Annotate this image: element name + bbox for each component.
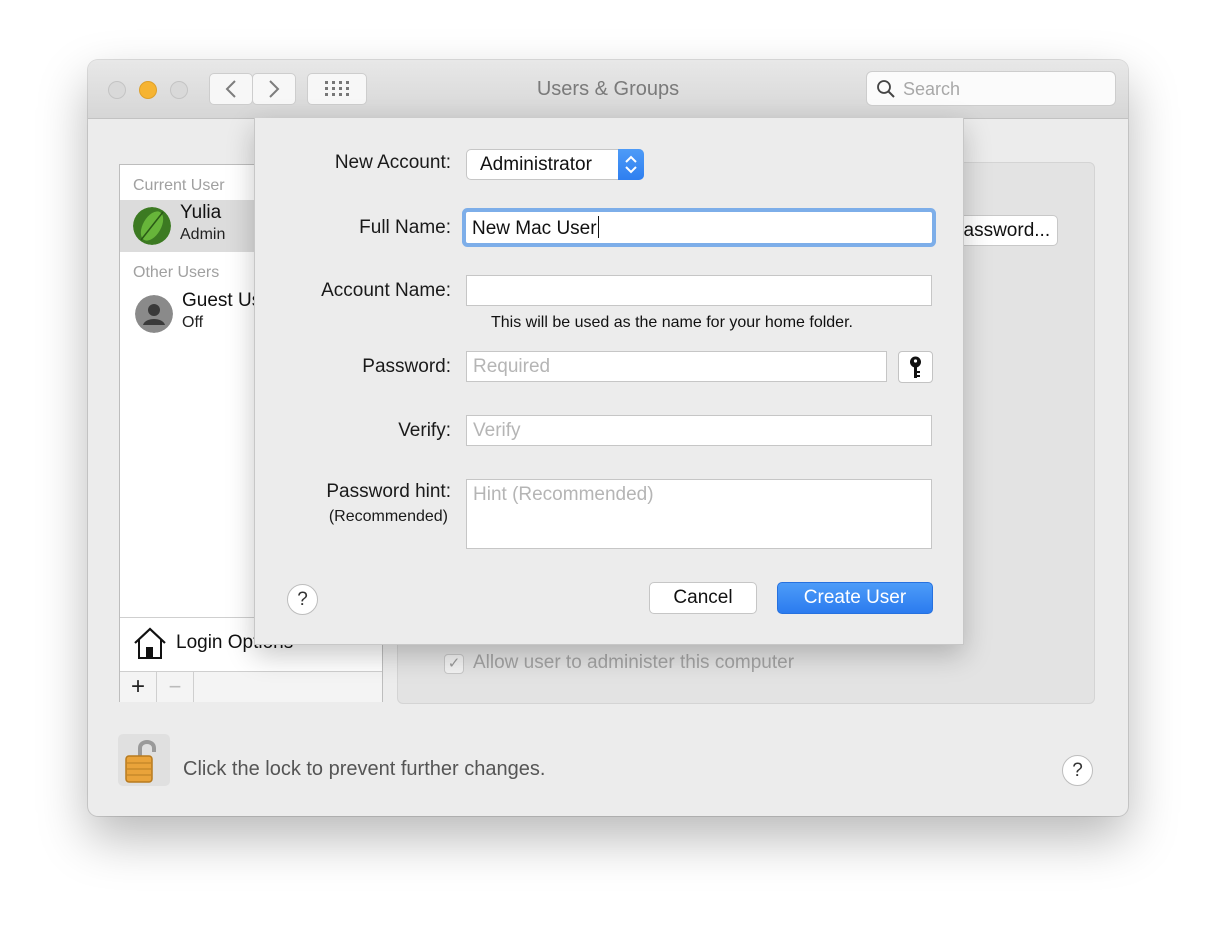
new-account-label: New Account: (334, 152, 451, 173)
user-avatar (133, 207, 171, 245)
leaf-avatar-icon (133, 207, 171, 245)
sheet-help-label: ? (297, 589, 308, 610)
password-hint-field[interactable]: Hint (Recommended) (466, 479, 932, 549)
lock-button[interactable] (118, 734, 170, 786)
verify-placeholder: Verify (473, 420, 521, 441)
search-field[interactable]: Search (866, 71, 1116, 106)
allow-admin-checkbox[interactable]: ✓ (444, 654, 464, 674)
remove-user-button[interactable]: − (157, 672, 194, 702)
full-name-value: New Mac User (472, 218, 597, 239)
person-icon (135, 295, 173, 333)
guest-status: Off (182, 314, 204, 331)
text-caret (597, 216, 599, 238)
account-name-label: Account Name: (321, 280, 451, 301)
account-name-note: This will be used as the name for your h… (491, 314, 853, 331)
unlocked-lock-icon (125, 740, 156, 783)
account-name-field[interactable] (466, 275, 932, 306)
change-password-button[interactable]: Change Password... (956, 215, 1058, 246)
popup-arrows (618, 149, 644, 180)
title-bar: Users & Groups Search (88, 60, 1128, 119)
help-label: ? (1072, 760, 1083, 781)
cancel-button[interactable]: Cancel (649, 582, 757, 614)
full-name-label: Full Name: (359, 217, 451, 238)
search-icon (877, 80, 895, 98)
password-label: Password: (362, 356, 451, 377)
sidebar-toolbar: + − (120, 671, 382, 702)
search-placeholder: Search (903, 79, 961, 99)
user-name: Yulia (180, 202, 222, 223)
hint-sublabel: (Recommended) (328, 508, 448, 525)
new-account-sheet: New Account: Administrator Full Name: Ne… (254, 118, 964, 645)
account-type-popup[interactable]: Administrator (466, 149, 644, 180)
add-label: + (130, 673, 145, 700)
full-name-field[interactable]: New Mac User (466, 212, 932, 243)
house-icon (134, 627, 166, 659)
create-user-button[interactable]: Create User (777, 582, 933, 614)
hint-placeholder: Hint (Recommended) (473, 484, 654, 505)
up-down-chevron-icon (625, 155, 637, 174)
guest-avatar (135, 295, 173, 333)
user-role: Admin (180, 226, 226, 243)
add-user-button[interactable]: + (120, 672, 157, 702)
other-users-heading: Other Users (133, 264, 220, 281)
sheet-help-button[interactable]: ? (287, 584, 318, 615)
hint-label: Password hint: (326, 481, 451, 502)
window-help-button[interactable]: ? (1062, 755, 1093, 786)
verify-field[interactable]: Verify (466, 415, 932, 446)
password-placeholder: Required (473, 356, 551, 377)
key-icon (910, 356, 921, 378)
remove-label: − (168, 674, 182, 699)
password-assistant-button[interactable] (898, 351, 933, 383)
current-user-heading: Current User (133, 177, 225, 194)
verify-label: Verify: (398, 420, 451, 441)
change-password-label: Change Password... (956, 220, 1051, 241)
password-field[interactable]: Required (466, 351, 887, 382)
account-type-value: Administrator (480, 154, 592, 175)
lock-message: Click the lock to prevent further change… (183, 758, 546, 780)
allow-admin-label: Allow user to administer this computer (473, 652, 795, 673)
